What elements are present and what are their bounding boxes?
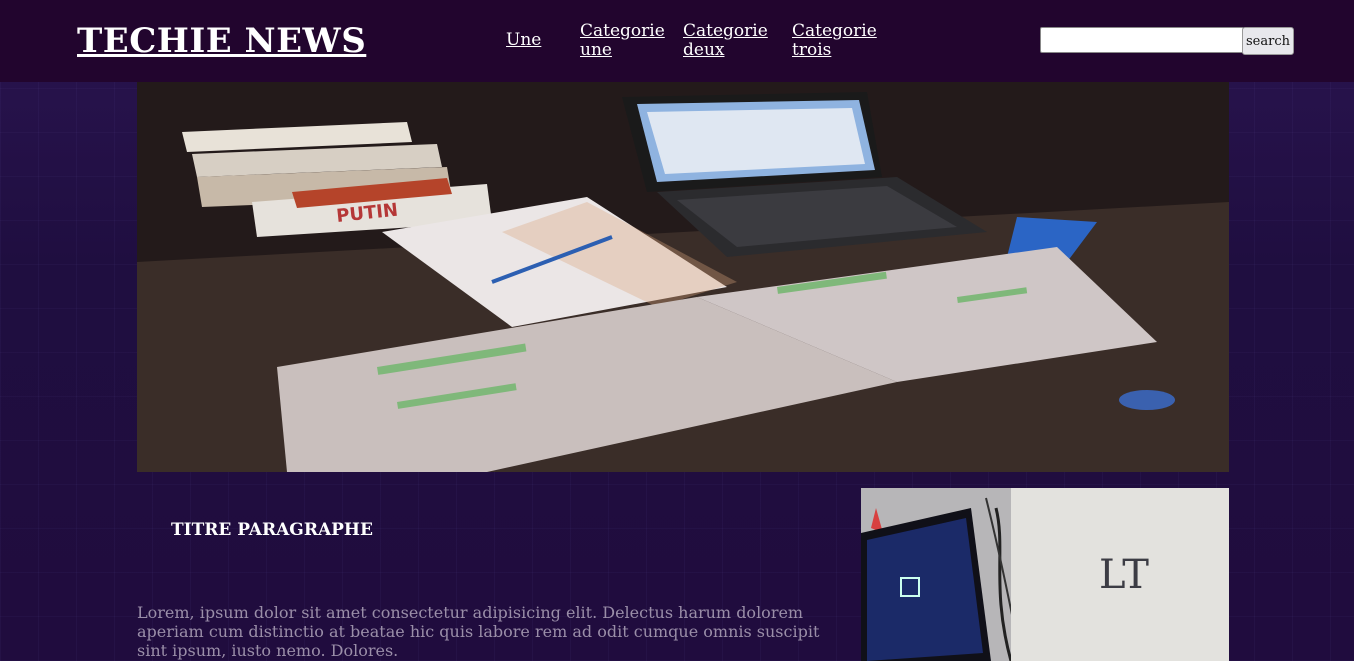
site-header: TECHIE NEWS Une Categorie une Categorie … [0,0,1354,82]
nav-link-categorie-trois[interactable]: Categorie trois [792,22,878,60]
side-image: LT [861,488,1229,661]
hero-image: PUTIN [137,82,1229,472]
nav-link-une[interactable]: Une [506,31,541,50]
nav-link-categorie-une[interactable]: Categorie une [580,22,666,60]
search-button[interactable]: search [1242,27,1294,55]
desk-photo-illustration: PUTIN [137,82,1229,472]
laptop-monitor-photo: LT [861,488,1229,661]
article-title: TITRE PARAGRAPHE [171,520,373,540]
search-input[interactable] [1040,27,1244,53]
site-logo[interactable]: TECHIE NEWS [77,20,366,62]
nav-link-categorie-deux[interactable]: Categorie deux [683,22,769,60]
article-body: Lorem, ipsum dolor sit amet consectetur … [137,603,820,660]
monitor-logo-text: LT [1099,552,1149,598]
